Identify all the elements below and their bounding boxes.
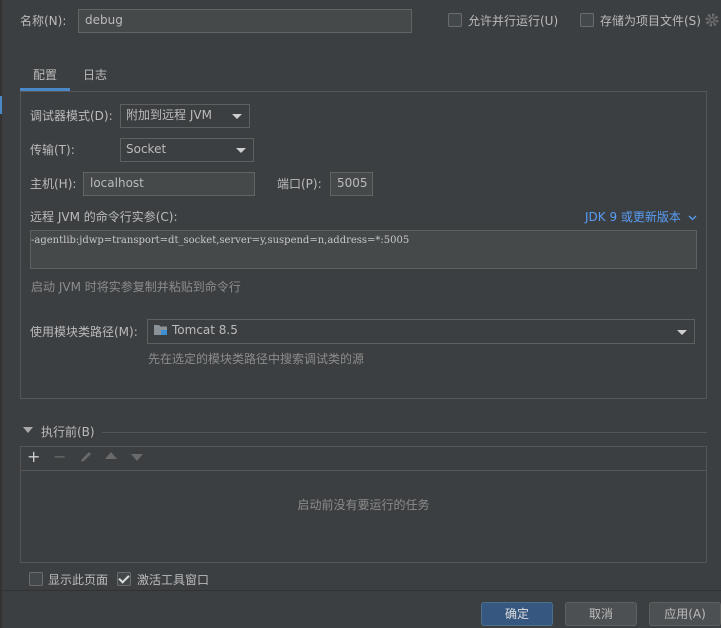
gear-icon[interactable] [704, 12, 720, 28]
module-classpath-label: 使用模块类路径(M): [30, 325, 138, 339]
port-label: 端口(P): [277, 177, 322, 191]
store-as-project-checkbox[interactable] [580, 13, 594, 27]
host-label: 主机(H): [30, 177, 77, 191]
name-field[interactable]: debug [78, 9, 412, 33]
cmd-args-value: -agentlib:jdwp=transport=dt_socket,serve… [31, 235, 410, 246]
debugger-mode-label: 调试器模式(D): [30, 109, 113, 123]
transport-value: Socket [126, 142, 167, 156]
port-field[interactable]: 5005 [330, 172, 373, 196]
chevron-down-icon [236, 148, 246, 153]
module-classpath-value: Tomcat 8.5 [172, 323, 238, 337]
ok-button[interactable]: 确定 [481, 602, 553, 626]
show-page-checkbox[interactable] [29, 572, 43, 586]
allow-parallel-checkbox[interactable] [448, 13, 462, 27]
add-icon[interactable]: + [27, 449, 40, 465]
footer-divider [0, 590, 721, 591]
window-edge [0, 0, 2, 628]
tab-log[interactable]: 日志 [83, 67, 107, 83]
activate-tool-window-checkbox[interactable] [117, 572, 131, 586]
name-label: 名称(N): [20, 14, 67, 28]
cancel-button[interactable]: 取消 [565, 602, 637, 626]
allow-parallel-label: 允许并行运行(U) [468, 14, 559, 28]
jdk-version-text: JDK 9 或更新版本 [585, 210, 681, 224]
chevron-down-icon [232, 114, 242, 119]
module-folder-icon [154, 325, 167, 335]
show-page-label: 显示此页面 [48, 573, 109, 587]
before-launch-toolbar [20, 446, 707, 470]
chevron-down-icon [688, 215, 697, 220]
tab-config[interactable]: 配置 [33, 67, 57, 83]
remove-icon[interactable]: − [53, 449, 66, 465]
move-down-icon[interactable] [131, 454, 143, 461]
before-launch-title[interactable]: 执行前(B) [41, 424, 95, 440]
store-as-project-label: 存储为项目文件(S) [600, 14, 701, 28]
before-launch-task-list[interactable]: 启动前没有要运行的任务 [20, 470, 707, 563]
before-launch-divider [102, 432, 707, 433]
chevron-down-icon [677, 330, 687, 335]
debugger-mode-select[interactable]: 附加到远程 JVM [120, 104, 250, 128]
activate-tool-window-label: 激活工具窗口 [137, 573, 210, 587]
jdk-version-link[interactable]: JDK 9 或更新版本 [585, 209, 697, 225]
move-up-icon[interactable] [105, 452, 117, 459]
collapse-arrow-icon[interactable] [23, 427, 33, 433]
empty-task-text: 启动前没有要运行的任务 [297, 498, 430, 512]
module-classpath-select[interactable]: Tomcat 8.5 [147, 319, 695, 344]
debugger-mode-value: 附加到远程 JVM [126, 108, 212, 122]
apply-button[interactable]: 应用(A) [649, 602, 721, 626]
cmd-args-textarea[interactable]: -agentlib:jdwp=transport=dt_socket,serve… [30, 230, 697, 269]
module-classpath-hint: 先在选定的模块类路径中搜索调试类的源 [148, 352, 365, 366]
selection-marker [0, 96, 2, 114]
edit-icon[interactable] [79, 450, 93, 467]
host-field[interactable]: localhost [83, 172, 255, 196]
cmd-args-hint: 启动 JVM 时将实参复制并粘贴到命令行 [31, 280, 241, 294]
transport-select[interactable]: Socket [120, 138, 254, 162]
transport-label: 传输(T): [30, 143, 75, 157]
cmd-args-label: 远程 JVM 的命令行实参(C): [30, 210, 178, 224]
